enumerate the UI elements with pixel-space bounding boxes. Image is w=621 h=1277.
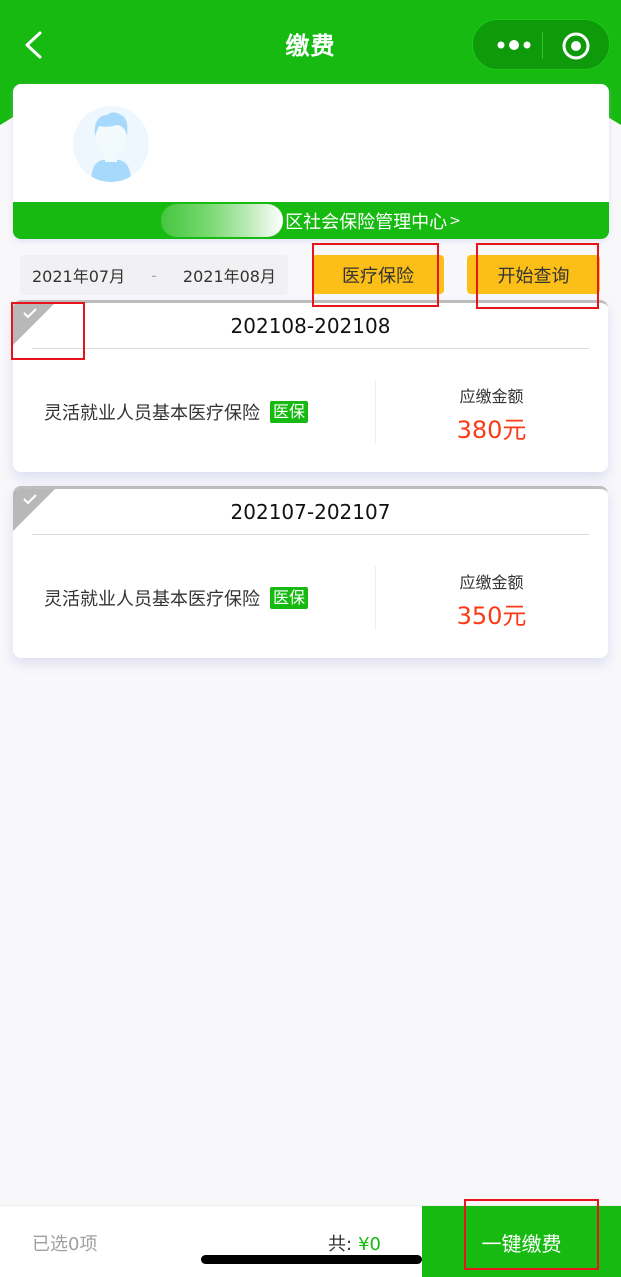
total-label: 共: — [328, 1234, 353, 1255]
insurance-type-button[interactable]: 医疗保险 — [312, 255, 444, 294]
one-click-pay-button[interactable]: 一键缴费 — [422, 1206, 621, 1277]
chevron-right-icon: > — [449, 212, 461, 229]
divider — [32, 348, 589, 349]
home-indicator[interactable] — [201, 1255, 422, 1264]
more-dots-icon[interactable] — [495, 35, 535, 55]
bill-card[interactable]: 202107-202107 灵活就业人员基本医疗保险 医保 应缴金额 350元 — [13, 486, 608, 658]
date-separator: - — [151, 265, 157, 285]
bill-item: 灵活就业人员基本医疗保险 医保 — [44, 399, 309, 425]
bill-item: 灵活就业人员基本医疗保险 医保 — [44, 585, 309, 611]
divider — [32, 534, 589, 535]
insurance-badge: 医保 — [270, 587, 309, 609]
bill-card[interactable]: 202108-202108 灵活就业人员基本医疗保险 医保 应缴金额 380元 — [13, 300, 608, 472]
filter-row: 2021年07月 - 2021年08月 医疗保险 开始查询 — [20, 255, 610, 295]
insurance-badge: 医保 — [270, 401, 309, 423]
start-query-button[interactable]: 开始查询 — [467, 255, 600, 294]
bill-item-name: 灵活就业人员基本医疗保险 — [44, 589, 260, 610]
date-range-picker[interactable]: 2021年07月 - 2021年08月 — [20, 255, 288, 295]
total-value: ¥0 — [358, 1234, 381, 1255]
due-label: 应缴金额 — [459, 573, 524, 592]
capsule-divider — [542, 32, 543, 59]
bottom-bar: 已选0项 共: ¥0 一键缴费 — [0, 1205, 621, 1277]
due-amount: 350元 — [456, 602, 527, 630]
profile-card: 区社会保险管理中心 > — [13, 84, 609, 239]
start-date[interactable]: 2021年07月 — [32, 263, 125, 287]
due-amount: 380元 — [456, 416, 527, 444]
selected-count: 已选0项 — [32, 1234, 98, 1255]
due-label: 应缴金额 — [459, 387, 524, 406]
center-name: 区社会保险管理中心 — [285, 211, 448, 233]
bill-period: 202107-202107 — [230, 500, 391, 524]
redacted-region-name — [161, 204, 284, 237]
target-circle-icon[interactable] — [561, 31, 591, 61]
bill-period: 202108-202108 — [230, 314, 391, 338]
user-avatar-icon — [73, 106, 149, 182]
total: 共: ¥0 — [328, 1230, 381, 1256]
insurance-center-link[interactable]: 区社会保险管理中心 > — [13, 202, 609, 239]
navigation-bar: 缴费 — [0, 0, 621, 90]
bill-item-name: 灵活就业人员基本医疗保险 — [44, 403, 260, 424]
end-date[interactable]: 2021年08月 — [183, 263, 276, 287]
mini-program-capsule — [472, 19, 610, 70]
